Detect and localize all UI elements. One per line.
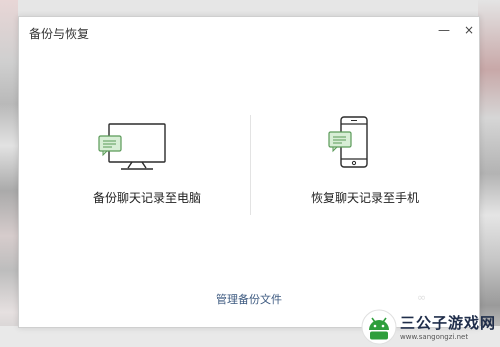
close-button[interactable]: × [462,23,476,37]
restore-to-phone-label: 恢复聊天记录至手机 [310,191,419,205]
android-logo-icon [361,309,397,344]
backup-restore-dialog: 备份与恢复 — × 备份聊天记录至电脑 恢复聊天记录至手机 管理备份文件 ∞ [18,16,480,328]
backup-to-pc-label: 备份聊天记录至电脑 [92,191,201,205]
minimize-button[interactable]: — [437,23,451,37]
watermark-url: www.sangongzi.net [400,333,469,341]
restore-to-phone-option[interactable]: 恢复聊天记录至手机 [275,113,455,213]
desktop-background-left [0,0,18,347]
dialog-title: 备份与恢复 [29,27,90,41]
watermark: 三公子游戏网 www.sangongzi.net [360,306,500,347]
desktop-background-right [478,0,500,347]
backup-to-pc-option[interactable]: 备份聊天记录至电脑 [57,113,237,213]
manage-backup-files-link[interactable]: 管理备份文件 [189,291,309,307]
phone-chat-icon [328,116,368,168]
desktop-background-top [0,0,500,16]
watermark-name: 三公子游戏网 [400,314,497,332]
faint-mark: ∞ [417,291,427,304]
option-divider [250,115,251,215]
monitor-chat-icon [98,123,166,170]
